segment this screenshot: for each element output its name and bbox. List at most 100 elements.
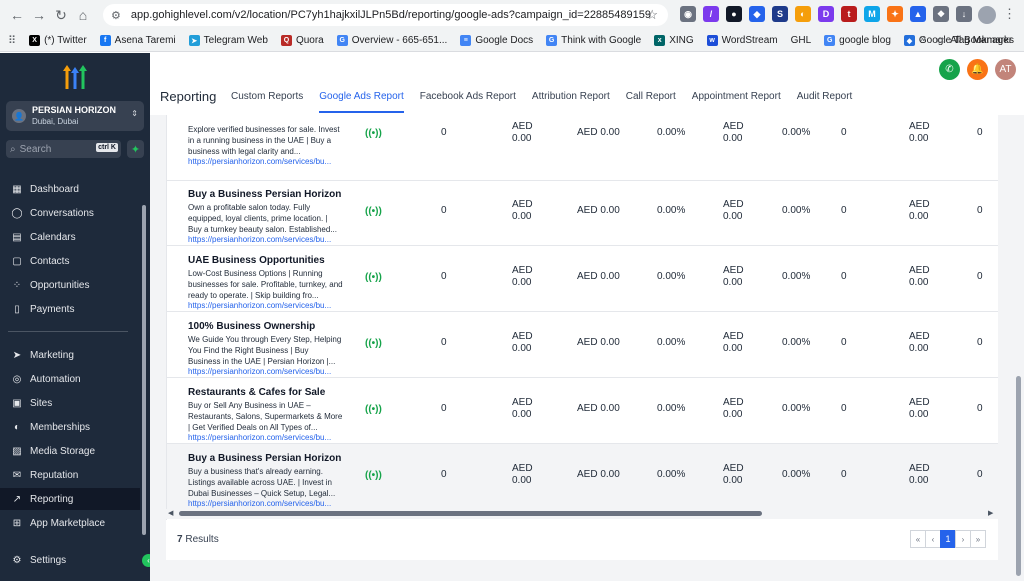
tab-attribution-report[interactable]: Attribution Report xyxy=(532,91,610,113)
search-input[interactable]: ⌕ Search ctrl K xyxy=(6,140,121,158)
home-icon[interactable]: ⌂ xyxy=(72,4,94,26)
scroll-right-icon[interactable]: ▶ xyxy=(988,509,993,517)
camera-icon[interactable]: ◉ xyxy=(680,6,696,22)
status-live-icon: ((•)) xyxy=(365,338,382,349)
bookmark-item[interactable]: ➤ Telegram Web xyxy=(188,35,268,46)
table-cell: AED 0.00 xyxy=(909,397,930,420)
sidebar-item-contacts[interactable]: ▢ Contacts xyxy=(0,250,140,272)
sidebar-item-label: Media Storage xyxy=(30,445,96,457)
table-row[interactable]: Explore verified businesses for sale. In… xyxy=(167,115,998,181)
forward-icon[interactable]: → xyxy=(28,4,50,26)
last-page-button[interactable]: » xyxy=(970,530,986,548)
table-cell: AED 0.00 xyxy=(512,397,533,420)
chevron-updown-icon: ⇕ xyxy=(131,109,138,118)
ad-url-link[interactable]: https://persianhorizon.com/services/bu..… xyxy=(188,367,331,376)
m-ext-icon[interactable]: M xyxy=(864,6,880,22)
circle-ext-icon[interactable]: ● xyxy=(726,6,742,22)
sidebar-scrollbar[interactable] xyxy=(142,205,146,535)
all-bookmarks[interactable]: ▭ All Bookmarks xyxy=(937,35,1014,46)
sidebar-item-reporting[interactable]: ↗ Reporting xyxy=(0,488,140,510)
ai-sparkle-button[interactable]: ✦ xyxy=(127,140,144,158)
ad-url-link[interactable]: https://persianhorizon.com/services/bu..… xyxy=(188,433,331,442)
d-ext-icon[interactable]: D xyxy=(818,6,834,22)
tab-facebook-ads-report[interactable]: Facebook Ads Report xyxy=(420,91,516,113)
first-page-button[interactable]: « xyxy=(910,530,926,548)
location-switcher[interactable]: 👤 PERSIAN HORIZON Dubai, Dubai ⇕ xyxy=(6,101,144,131)
sidebar-item-reputation[interactable]: ✉ Reputation xyxy=(0,464,140,486)
profile-avatar[interactable] xyxy=(978,6,996,24)
table-cell: AED 0.00 xyxy=(909,265,930,288)
s-ext-icon[interactable]: S xyxy=(772,6,788,22)
ad-url-link[interactable]: https://persianhorizon.com/services/bu..… xyxy=(188,157,331,166)
notifications-button[interactable]: 🔔 xyxy=(967,59,988,80)
sidebar-item-dashboard[interactable]: ▦ Dashboard xyxy=(0,178,140,200)
sidebar-item-media-storage[interactable]: ▨ Media Storage xyxy=(0,440,140,462)
next-page-button[interactable]: › xyxy=(955,530,971,548)
ad-url-link[interactable]: https://persianhorizon.com/services/bu..… xyxy=(188,301,331,310)
user-avatar[interactable]: AT xyxy=(995,59,1016,80)
apps-icon[interactable]: ⠿ xyxy=(8,34,16,47)
bookmark-star-icon[interactable]: ☆ xyxy=(646,7,658,23)
reload-icon[interactable]: ↻ xyxy=(50,4,72,26)
horizontal-scrollbar-thumb[interactable] xyxy=(179,511,762,516)
table-row[interactable]: Buy a Business Persian Horizon Buy a busi… xyxy=(167,444,998,510)
sidebar-item-label: Dashboard xyxy=(30,183,79,195)
half-ext-icon[interactable]: ◐ xyxy=(795,6,811,22)
bookmark-item[interactable]: ≡ Google Docs xyxy=(460,35,533,46)
phone-button[interactable]: ✆ xyxy=(939,59,960,80)
tab-custom-reports[interactable]: Custom Reports xyxy=(231,91,303,113)
title-ext-icon[interactable]: t xyxy=(841,6,857,22)
bookmark-item[interactable]: Ggoogle blog xyxy=(824,35,891,46)
sidebar-item-memberships[interactable]: ◐ Memberships xyxy=(0,416,140,438)
drop-ext-icon[interactable]: ▲ xyxy=(910,6,926,22)
tab-google-ads-report[interactable]: Google Ads Report xyxy=(319,91,404,113)
table-row[interactable]: Buy a Business Persian Horizon Own a prof… xyxy=(167,180,998,246)
ad-description: We Guide You through Every Step, Helping… xyxy=(188,335,342,366)
sidebar-item-opportunities[interactable]: ⁘ Opportunities xyxy=(0,274,140,296)
tab-appointment-report[interactable]: Appointment Report xyxy=(692,91,781,113)
bookmark-item[interactable]: G Overview - 665-651... xyxy=(336,35,447,46)
table-row[interactable]: 100% Business Ownership We Guide You thro… xyxy=(167,312,998,378)
sidebar-item-payments[interactable]: ▯ Payments xyxy=(0,298,140,320)
page-1-button[interactable]: 1 xyxy=(940,530,956,548)
sidebar-item-sites[interactable]: ▣ Sites xyxy=(0,392,140,414)
ad-headline: Buy a Business Persian Horizon xyxy=(188,189,342,200)
search-shortcut: ctrl K xyxy=(96,143,118,152)
ad-url-link[interactable]: https://persianhorizon.com/services/bu..… xyxy=(188,499,331,508)
table-cell: AED 0.00 xyxy=(723,199,744,222)
bookmark-item[interactable]: f Asena Taremi xyxy=(99,35,176,46)
bookmark-item[interactable]: GHL xyxy=(791,35,812,46)
bookmark-item[interactable]: w WordStream xyxy=(706,35,778,46)
tab-call-report[interactable]: Call Report xyxy=(626,91,676,113)
bookmarks-more-icon[interactable]: » xyxy=(920,33,926,45)
back-icon[interactable]: ← xyxy=(6,4,28,26)
tab-audit-report[interactable]: Audit Report xyxy=(797,91,853,113)
sidebar-item-marketing[interactable]: ➤ Marketing xyxy=(0,344,140,366)
site-info-icon[interactable]: ⚙ xyxy=(111,9,121,22)
pen-icon[interactable]: / xyxy=(703,6,719,22)
prev-page-button[interactable]: ‹ xyxy=(925,530,941,548)
sidebar-item-calendars[interactable]: ▤ Calendars xyxy=(0,226,140,248)
bookmark-item[interactable]: G Think with Google xyxy=(546,35,641,46)
ad-url-link[interactable]: https://persianhorizon.com/services/bu..… xyxy=(188,235,331,244)
address-bar[interactable]: ⚙ app.gohighlevel.com/v2/location/PC7yh1… xyxy=(103,4,668,26)
bookmark-item[interactable]: X (*) Twitter xyxy=(29,35,87,46)
fox-ext-icon[interactable]: ✦ xyxy=(887,6,903,22)
puzzle-icon[interactable]: ❖ xyxy=(933,6,949,22)
tag-ext-icon[interactable]: ◆ xyxy=(749,6,765,22)
sidebar-item-app-marketplace[interactable]: ⊞ App Marketplace xyxy=(0,512,140,534)
table-row[interactable]: Restaurants & Cafes for Sale Buy or Sell … xyxy=(167,378,998,444)
menu-icon[interactable]: ⋮ xyxy=(1003,6,1016,22)
search-icon: ⌕ xyxy=(10,143,16,155)
table-row[interactable]: UAE Business Opportunities Low-Cost Busin… xyxy=(167,246,998,312)
page-scrollbar[interactable] xyxy=(1016,376,1021,576)
sidebar-item-conversations[interactable]: ◯ Conversations xyxy=(0,202,140,224)
bookmark-item[interactable]: Q Quora xyxy=(280,35,324,46)
sidebar-item-automation[interactable]: ◎ Automation xyxy=(0,368,140,390)
wordstream-icon: w xyxy=(706,35,718,46)
sidebar-item-settings[interactable]: ⚙ Settings xyxy=(0,549,140,571)
download-icon[interactable]: ↓ xyxy=(956,6,972,22)
scroll-left-icon[interactable]: ◀ xyxy=(168,509,173,517)
bookmark-item[interactable]: x XING xyxy=(654,35,694,46)
bookmark-label: (*) Twitter xyxy=(44,35,87,46)
